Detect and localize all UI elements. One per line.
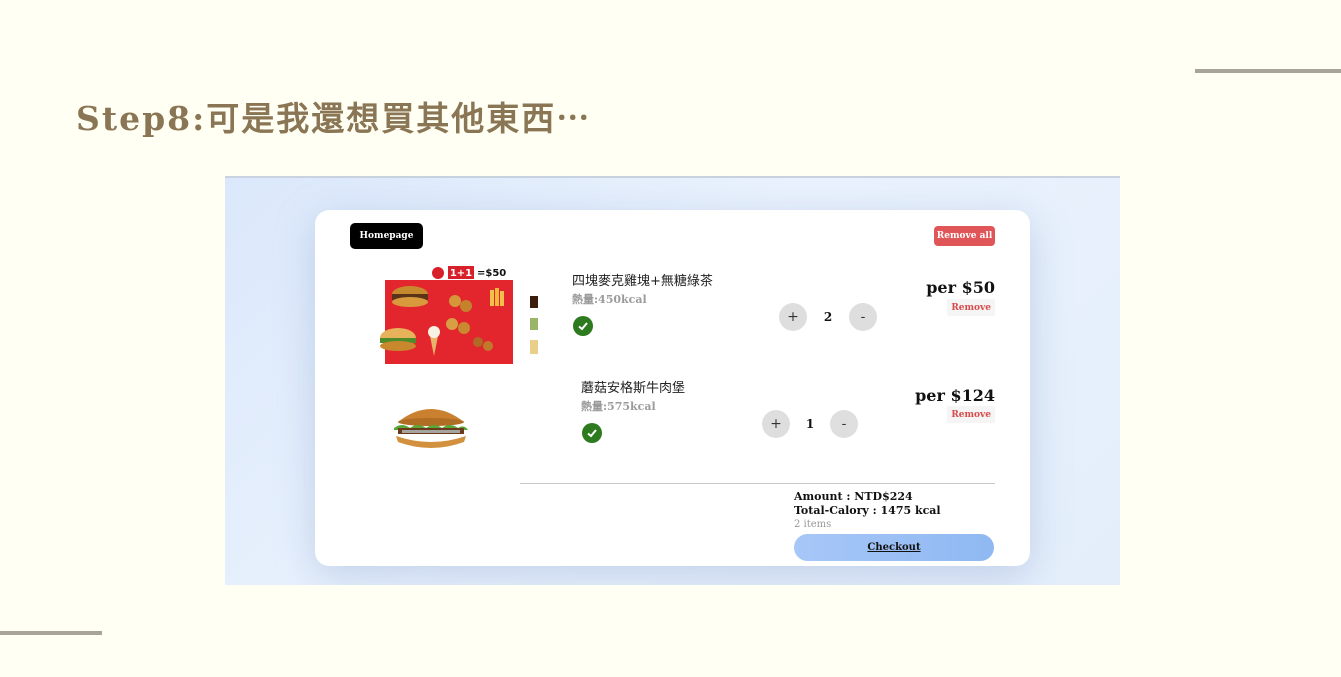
item-name: 蘑菇安格斯牛肉堡	[581, 381, 686, 396]
item-price: per $50	[926, 278, 995, 297]
quantity-value: 1	[805, 417, 815, 431]
item-calories: 熱量:575kcal	[581, 400, 656, 413]
item-calories: 熱量:450kcal	[572, 293, 647, 306]
items-count: 2 items	[794, 519, 832, 530]
item-price: per $124	[915, 386, 995, 405]
amount-total: Amount : NTD$224	[794, 490, 913, 503]
decorative-line-top	[1195, 69, 1341, 73]
calory-total: Total-Calory : 1475 kcal	[794, 504, 941, 517]
divider	[520, 483, 995, 484]
checkout-button[interactable]: Checkout	[794, 534, 994, 561]
check-icon	[573, 316, 593, 336]
remove-all-button[interactable]: Remove all	[934, 226, 995, 246]
decrease-quantity-button[interactable]: -	[830, 410, 858, 438]
cart-screenshot: Homepage Remove all 1+1 =$50 四塊麥克雞塊+無糖綠茶…	[225, 176, 1120, 585]
decorative-line-bottom	[0, 631, 102, 635]
check-icon	[582, 423, 602, 443]
promo-price: =$50	[477, 268, 506, 279]
homepage-button[interactable]: Homepage	[350, 223, 423, 249]
quantity-value: 2	[823, 310, 833, 324]
cart-card: Homepage Remove all 1+1 =$50 四塊麥克雞塊+無糖綠茶…	[315, 210, 1030, 566]
increase-quantity-button[interactable]: +	[762, 410, 790, 438]
remove-item-button[interactable]: Remove	[947, 299, 995, 316]
slide-title: Step8:可是我還想買其他東西⋯	[76, 99, 592, 138]
promo-badge: 1+1	[450, 268, 472, 279]
increase-quantity-button[interactable]: +	[779, 303, 807, 331]
nuggets-combo-image: 1+1 =$50	[360, 266, 560, 370]
decrease-quantity-button[interactable]: -	[849, 303, 877, 331]
item-name: 四塊麥克雞塊+無糖綠茶	[572, 274, 713, 289]
order-summary: Amount : NTD$224 Total-Calory : 1475 kca…	[794, 490, 1004, 531]
burger-image	[390, 400, 472, 454]
remove-item-button[interactable]: Remove	[947, 406, 995, 423]
